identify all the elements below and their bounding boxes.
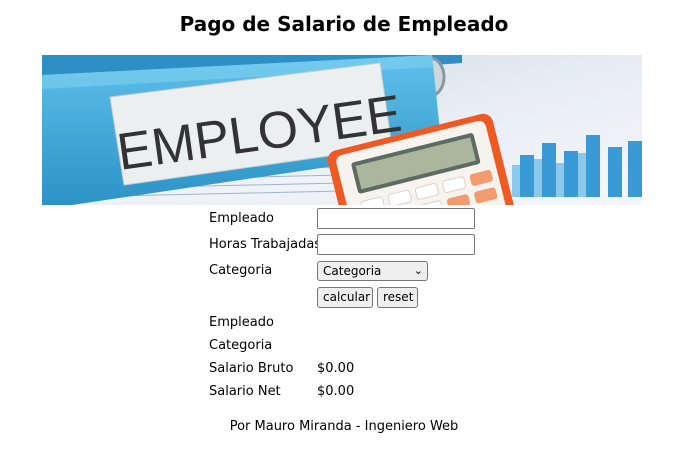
categoria-select[interactable]: Categoria ⌄ [317, 261, 428, 281]
empleado-label: Empleado [209, 211, 274, 226]
salario-bruto-value: $0.00 [317, 361, 355, 376]
result-empleado-label: Empleado [209, 315, 274, 330]
horas-trabajadas-input[interactable] [317, 234, 475, 255]
salario-neto-value: $0.00 [317, 384, 355, 399]
chevron-down-icon: ⌄ [413, 264, 423, 277]
reset-button[interactable]: reset [377, 287, 418, 308]
horas-trabajadas-label: Horas Trabajadas [209, 237, 322, 252]
footer-credit: Por Mauro Miranda - Ingeniero Web [229, 419, 459, 434]
empleado-input[interactable] [317, 208, 475, 229]
salario-neto-label: Salario Net [209, 384, 281, 399]
categoria-select-value: Categoria [323, 264, 382, 278]
categoria-label: Categoria [209, 263, 273, 278]
page-title: Pago de Salario de Empleado [179, 12, 509, 36]
result-categoria-label: Categoria [209, 338, 273, 353]
employee-banner-image: EMPLOYEE [42, 55, 642, 205]
salario-bruto-label: Salario Bruto [209, 361, 294, 376]
calcular-button[interactable]: calcular [317, 287, 373, 308]
